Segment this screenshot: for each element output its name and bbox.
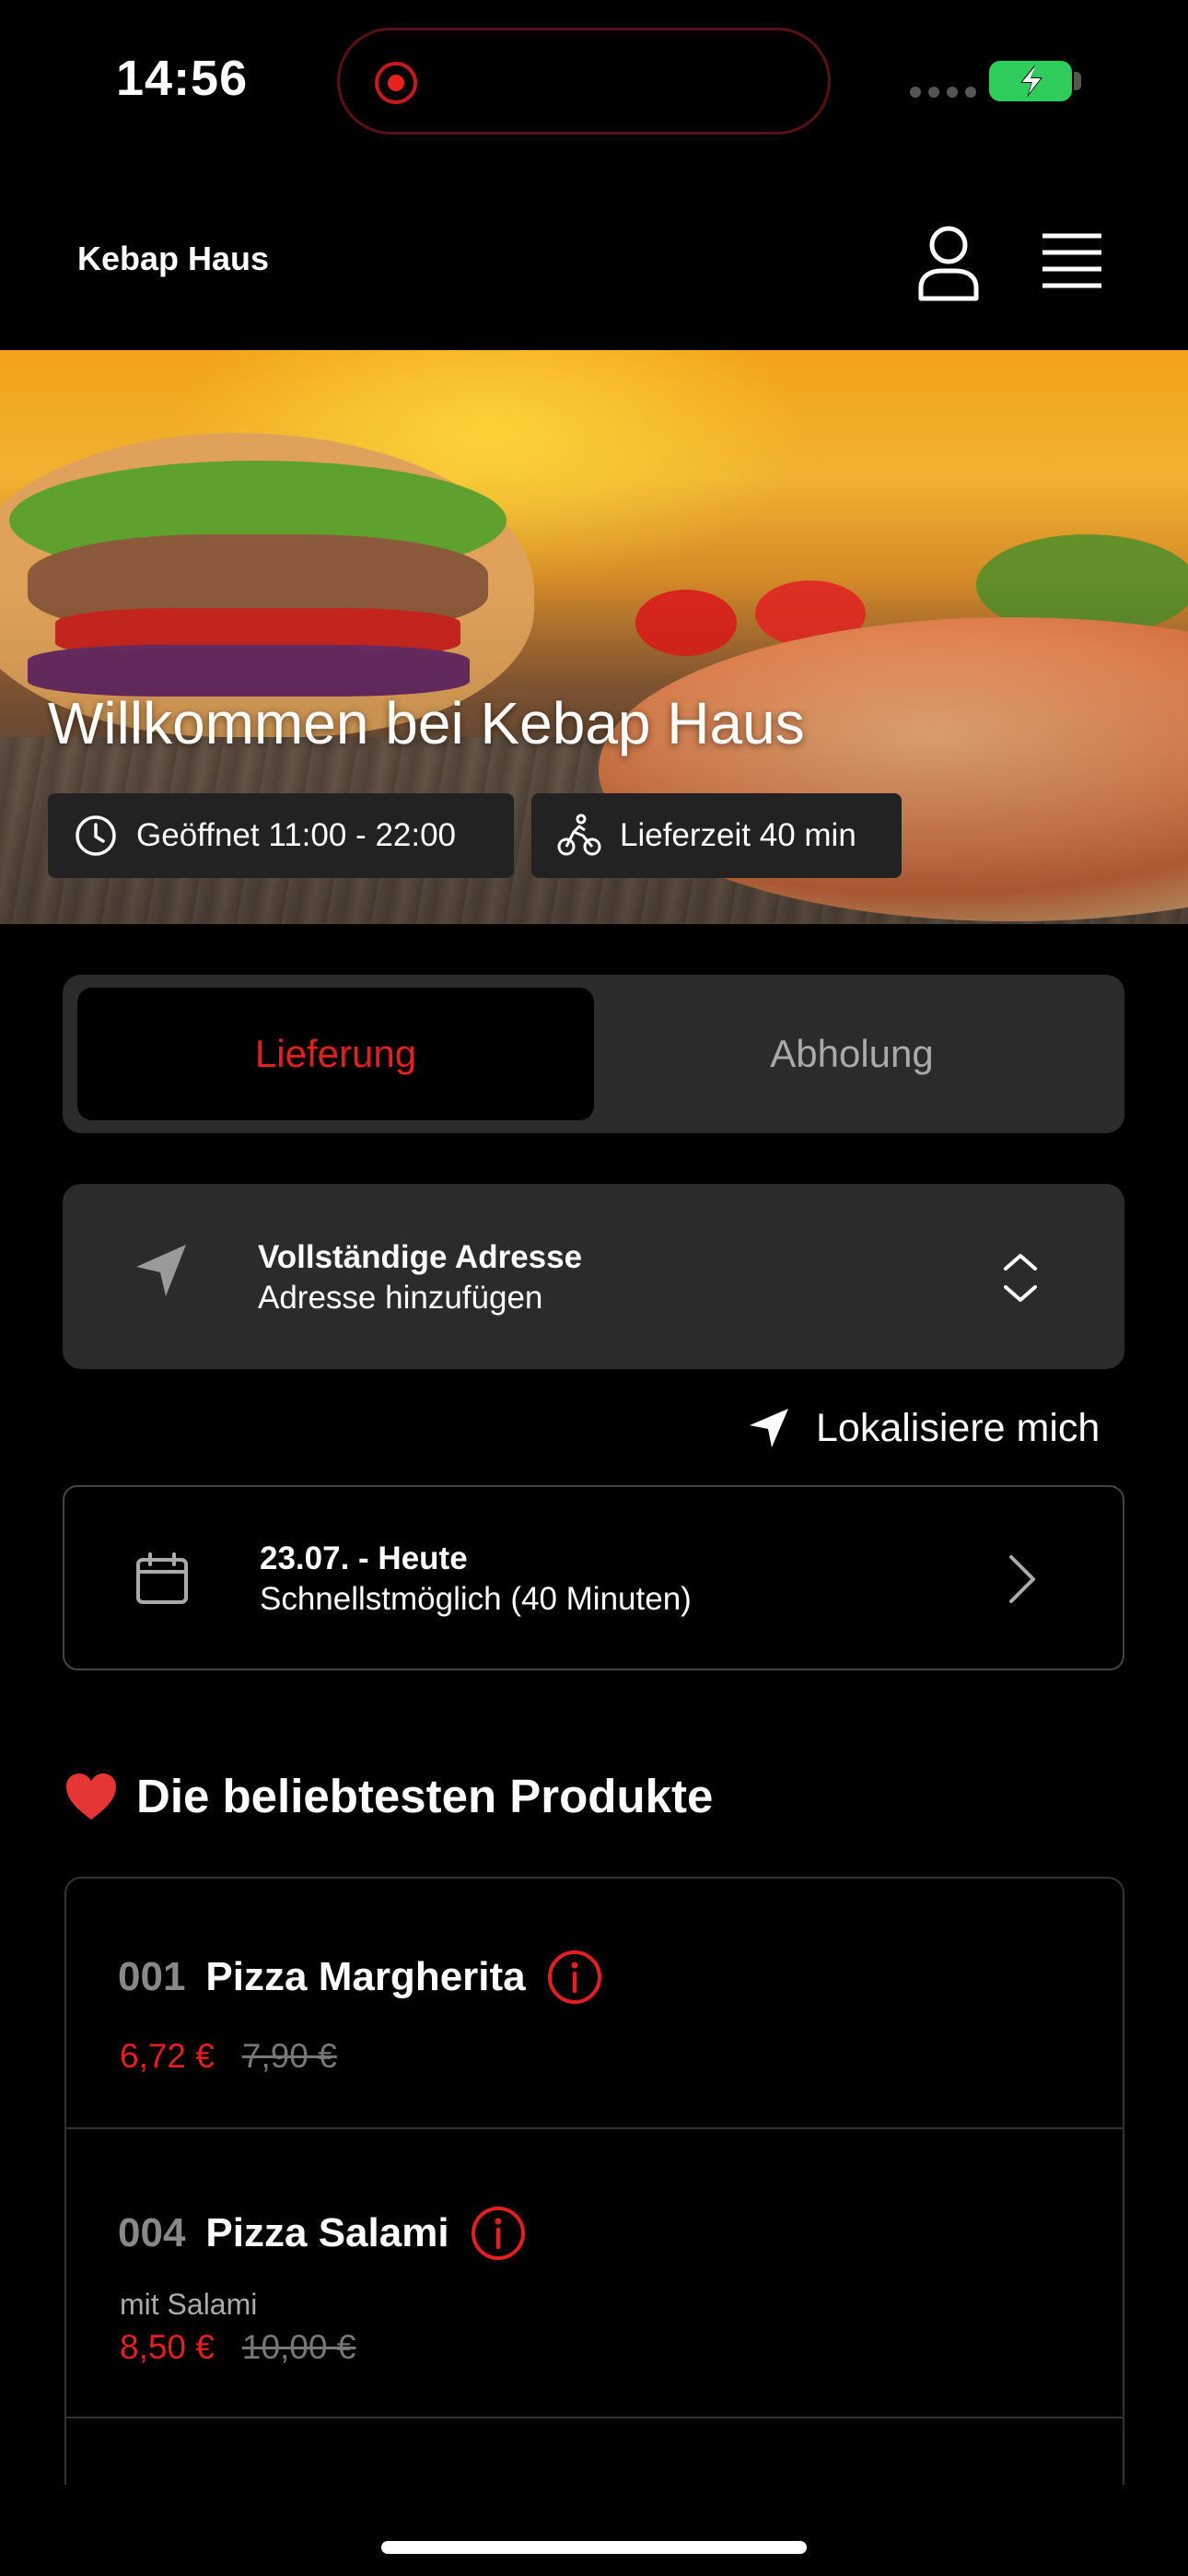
product-price-row: 6,72 € 7,90 € <box>120 2037 337 2076</box>
signal-icon <box>910 87 976 98</box>
recording-icon <box>375 62 417 104</box>
hero-title: Willkommen bei Kebap Haus <box>48 690 805 756</box>
app-title[interactable]: Kebap Haus <box>77 240 269 278</box>
tab-pickup[interactable]: Abholung <box>594 988 1110 1120</box>
location-arrow-icon <box>136 1245 186 1296</box>
clock-icon <box>76 815 116 856</box>
product-old-price: 10,00 € <box>241 2328 356 2366</box>
status-time: 14:56 <box>116 51 249 106</box>
menu-button[interactable] <box>1041 230 1103 291</box>
locate-me-button[interactable]: Lokalisiere mich <box>748 1400 1100 1456</box>
product-price: 6,72 € <box>120 2037 215 2075</box>
hero-banner: Willkommen bei Kebap Haus Geöffnet 11:00… <box>0 350 1188 924</box>
battery-icon <box>989 61 1072 101</box>
product-name: Pizza Margherita <box>205 1954 526 1999</box>
delivery-time-badge: Lieferzeit 40 min <box>531 793 902 878</box>
opening-hours-badge: Geöffnet 11:00 - 22:00 <box>48 793 514 878</box>
location-arrow-icon <box>750 1409 788 1447</box>
popular-section-title: Die beliebtesten Produkte <box>64 1769 713 1823</box>
account-button[interactable] <box>914 221 984 304</box>
product-price-row: 8,50 € 10,00 € <box>120 2328 355 2367</box>
address-subtitle: Adresse hinzufügen <box>258 1280 543 1316</box>
address-title: Vollständige Adresse <box>258 1239 583 1275</box>
info-icon[interactable] <box>470 2205 527 2262</box>
home-indicator[interactable] <box>381 2541 807 2554</box>
product-description: mit Salami <box>120 2288 258 2321</box>
product-name: Pizza Salami <box>205 2210 449 2255</box>
schedule-date: 23.07. - Heute <box>260 1540 468 1576</box>
chevron-right-icon <box>1009 1555 1035 1603</box>
app-header: Kebap Haus <box>0 184 1188 350</box>
delivery-time-selector[interactable]: 23.07. - Heute Schnellstmöglich (40 Minu… <box>63 1485 1124 1670</box>
locate-me-label: Lokalisiere mich <box>816 1405 1101 1450</box>
status-bar: 14:56 <box>0 0 1188 166</box>
tab-delivery[interactable]: Lieferung <box>77 988 594 1120</box>
product-number: 001 <box>118 1954 186 1999</box>
product-price: 8,50 € <box>120 2328 215 2366</box>
delivery-time-text: Lieferzeit 40 min <box>620 817 856 853</box>
product-item[interactable]: 001 Pizza Margherita 6,72 € 7,90 € <box>66 1879 1123 2129</box>
heart-icon <box>66 1773 116 1820</box>
info-icon[interactable] <box>546 1949 603 2006</box>
battery-cap <box>1074 72 1081 90</box>
opening-hours-text: Geöffnet 11:00 - 22:00 <box>136 817 457 853</box>
product-item[interactable]: 004 Pizza Salami mit Salami 8,50 € 10,00… <box>66 2129 1123 2418</box>
chevron-up-down-icon <box>1004 1254 1037 1302</box>
product-header: 004 Pizza Salami <box>118 2205 527 2262</box>
user-icon <box>918 226 979 301</box>
bicycle-courier-icon <box>557 814 601 856</box>
product-header: 001 Pizza Margherita <box>118 1949 603 2006</box>
popular-product-list: 001 Pizza Margherita 6,72 € 7,90 € 004 P… <box>64 1877 1124 2485</box>
dynamic-island <box>337 28 831 135</box>
product-old-price: 7,90 € <box>241 2037 337 2075</box>
schedule-subtitle: Schnellstmöglich (40 Minuten) <box>260 1581 692 1617</box>
calendar-icon <box>136 1552 188 1604</box>
product-number: 004 <box>118 2210 186 2255</box>
delivery-mode-toggle: Lieferung Abholung <box>63 975 1124 1133</box>
hamburger-menu-icon <box>1042 233 1101 288</box>
address-selector[interactable]: Vollständige Adresse Adresse hinzufügen <box>63 1184 1124 1369</box>
popular-title-text: Die beliebtesten Produkte <box>136 1770 714 1822</box>
